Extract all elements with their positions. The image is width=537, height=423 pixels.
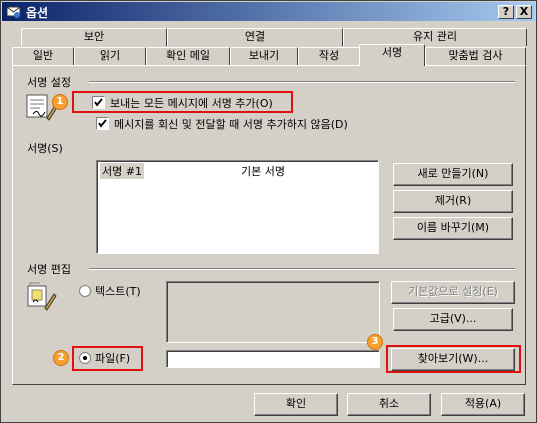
close-button[interactable]: X bbox=[516, 5, 532, 19]
tab-security[interactable]: 보안 bbox=[21, 28, 167, 46]
help-button[interactable]: ? bbox=[498, 5, 514, 19]
tab-compose[interactable]: 작성 bbox=[298, 47, 360, 65]
signature-type: 기본 서명 bbox=[241, 165, 285, 178]
file-path-input[interactable] bbox=[166, 350, 380, 368]
options-window: 옵션 ? X 보안 연결 유지 관리 일반 읽기 확인 메일 보내기 작성 서명… bbox=[0, 0, 537, 423]
tab-label: 보내기 bbox=[248, 49, 280, 62]
sig-settings-heading: 서명 설정 bbox=[27, 76, 71, 89]
edit-signature-icon bbox=[25, 280, 59, 315]
remove-signature-button[interactable]: 제거(R) bbox=[393, 190, 513, 213]
signatures-list[interactable]: 서명 #1 기본 서명 bbox=[96, 160, 379, 254]
tab-label: 서명 bbox=[381, 46, 403, 59]
add-signature-checkbox[interactable] bbox=[92, 96, 105, 109]
signatures-heading: 서명(S) bbox=[27, 142, 63, 155]
file-radio[interactable] bbox=[79, 352, 91, 364]
signatures-panel: 서명 설정 보내는 모든 메시지에 서명 추가(O) 메시지를 회신 및 전달할… bbox=[12, 65, 526, 385]
cancel-button[interactable]: 취소 bbox=[347, 393, 431, 416]
rename-signature-button[interactable]: 이름 바꾸기(M) bbox=[393, 217, 513, 240]
file-radio-label: 파일(F) bbox=[95, 352, 131, 365]
set-default-button[interactable]: 기본값으로 설정(E) bbox=[391, 281, 515, 304]
tab-label: 연결 bbox=[244, 30, 266, 43]
tab-spelling[interactable]: 맞춤법 검사 bbox=[425, 47, 526, 65]
tab-read[interactable]: 읽기 bbox=[74, 47, 146, 65]
sig-edit-heading: 서명 편집 bbox=[27, 263, 71, 276]
apply-button[interactable]: 적용(A) bbox=[441, 393, 525, 416]
callout-badge-1: 1 bbox=[52, 94, 68, 110]
ok-button[interactable]: 확인 bbox=[254, 393, 338, 416]
tab-connection[interactable]: 연결 bbox=[167, 28, 343, 46]
signature-name: 서명 #1 bbox=[100, 163, 144, 179]
divider bbox=[89, 81, 515, 83]
advanced-button[interactable]: 고급(V)... bbox=[393, 308, 513, 331]
new-signature-button[interactable]: 새로 만들기(N) bbox=[393, 163, 513, 186]
text-radio-label: 텍스트(T) bbox=[95, 285, 141, 298]
callout-badge-3: 3 bbox=[367, 334, 383, 350]
tab-label: 읽기 bbox=[99, 49, 121, 62]
tab-receipts[interactable]: 확인 메일 bbox=[146, 47, 230, 65]
tab-send[interactable]: 보내기 bbox=[230, 47, 298, 65]
list-item[interactable]: 서명 #1 기본 서명 bbox=[100, 163, 375, 179]
tab-signatures[interactable]: 서명 bbox=[359, 44, 425, 66]
tab-label: 보안 bbox=[83, 30, 105, 43]
add-signature-label: 보내는 모든 메시지에 서명 추가(O) bbox=[110, 97, 273, 110]
tab-label: 유지 관리 bbox=[413, 30, 457, 43]
tab-general[interactable]: 일반 bbox=[12, 47, 74, 65]
divider bbox=[89, 268, 515, 270]
tab-label: 확인 메일 bbox=[166, 49, 210, 62]
no-sig-on-reply-checkbox[interactable] bbox=[96, 117, 109, 130]
mail-app-icon bbox=[6, 4, 21, 19]
browse-button[interactable]: 찾아보기(W)... bbox=[391, 348, 515, 371]
title-bar[interactable]: 옵션 ? X bbox=[2, 2, 535, 21]
callout-badge-2: 2 bbox=[53, 350, 69, 366]
no-sig-on-reply-label: 메시지를 회신 및 전달할 때 서명 추가하지 않음(D) bbox=[114, 118, 348, 131]
text-radio[interactable] bbox=[79, 285, 91, 297]
tab-label: 작성 bbox=[318, 49, 340, 62]
window-title: 옵션 bbox=[26, 6, 49, 20]
signature-text-box[interactable] bbox=[166, 281, 380, 343]
tab-label: 일반 bbox=[32, 49, 54, 62]
tab-label: 맞춤법 검사 bbox=[448, 49, 503, 62]
